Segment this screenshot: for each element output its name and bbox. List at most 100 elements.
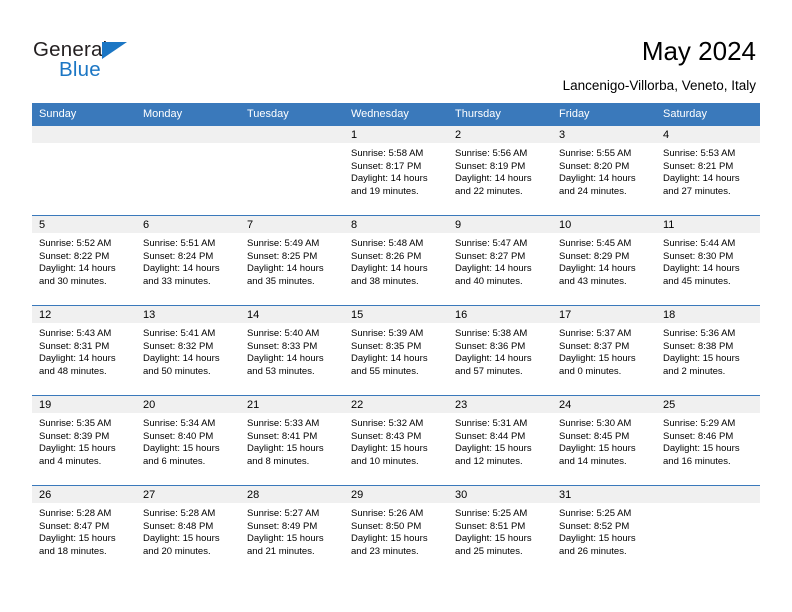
sunset-text: Sunset: 8:45 PM <box>559 430 630 442</box>
day-details: Sunrise: 5:37 AM Sunset: 8:37 PM Daylight:… <box>552 323 656 378</box>
daylight-text-line1: Daylight: 15 hours <box>247 443 324 455</box>
daylight-text-line1: Daylight: 14 hours <box>143 263 220 275</box>
day-details: Sunrise: 5:32 AM Sunset: 8:43 PM Daylight:… <box>344 413 448 468</box>
calendar-day-cell[interactable]: 22 Sunrise: 5:32 AM Sunset: 8:43 PM Dayligh… <box>344 395 448 486</box>
calendar-day-cell[interactable]: 14 Sunrise: 5:40 AM Sunset: 8:33 PM Dayligh… <box>240 305 344 396</box>
day-cell-inner: 4 Sunrise: 5:53 AM Sunset: 8:21 PM Daylight… <box>656 126 760 215</box>
day-details: Sunrise: 5:47 AM Sunset: 8:27 PM Daylight:… <box>448 233 552 288</box>
calendar-day-cell[interactable]: 17 Sunrise: 5:37 AM Sunset: 8:37 PM Dayligh… <box>552 305 656 396</box>
sunrise-text: Sunrise: 5:25 AM <box>559 508 632 519</box>
day-cell-inner: 24 Sunrise: 5:30 AM Sunset: 8:45 PM Dayligh… <box>552 396 656 485</box>
day-details: Sunrise: 5:51 AM Sunset: 8:24 PM Daylight:… <box>136 233 240 288</box>
calendar-day-cell[interactable]: 12 Sunrise: 5:43 AM Sunset: 8:31 PM Dayligh… <box>32 305 136 396</box>
calendar-day-cell[interactable]: 8 Sunrise: 5:48 AM Sunset: 8:26 PM Daylight… <box>344 215 448 306</box>
daylight-text-line1: Daylight: 14 hours <box>39 353 116 365</box>
calendar-day-cell[interactable]: 20 Sunrise: 5:34 AM Sunset: 8:40 PM Dayligh… <box>136 395 240 486</box>
day-cell-inner: 31 Sunrise: 5:25 AM Sunset: 8:52 PM Dayligh… <box>552 486 656 575</box>
calendar-day-cell[interactable]: 28 Sunrise: 5:27 AM Sunset: 8:49 PM Dayligh… <box>240 485 344 575</box>
sunrise-text: Sunrise: 5:30 AM <box>559 418 632 429</box>
calendar-day-cell[interactable]: 5 Sunrise: 5:52 AM Sunset: 8:22 PM Daylight… <box>32 215 136 306</box>
calendar-day-cell[interactable]: 10 Sunrise: 5:45 AM Sunset: 8:29 PM Dayligh… <box>552 215 656 306</box>
daylight-text-line2: and 20 minutes. <box>143 545 211 557</box>
calendar-day-cell[interactable]: 11 Sunrise: 5:44 AM Sunset: 8:30 PM Dayligh… <box>656 215 760 306</box>
daylight-text-line2: and 10 minutes. <box>351 455 419 467</box>
calendar-day-cell[interactable]: 2 Sunrise: 5:56 AM Sunset: 8:19 PM Daylight… <box>448 125 552 216</box>
day-cell-inner: 25 Sunrise: 5:29 AM Sunset: 8:46 PM Dayligh… <box>656 396 760 485</box>
sunrise-text: Sunrise: 5:29 AM <box>663 418 736 429</box>
daylight-text-line1: Daylight: 15 hours <box>455 443 532 455</box>
calendar-day-cell[interactable]: 15 Sunrise: 5:39 AM Sunset: 8:35 PM Dayligh… <box>344 305 448 396</box>
calendar-day-cell[interactable]: 23 Sunrise: 5:31 AM Sunset: 8:44 PM Dayligh… <box>448 395 552 486</box>
day-number: 30 <box>448 486 552 503</box>
calendar-day-cell[interactable]: 29 Sunrise: 5:26 AM Sunset: 8:50 PM Dayligh… <box>344 485 448 575</box>
calendar-day-cell[interactable]: 9 Sunrise: 5:47 AM Sunset: 8:27 PM Daylight… <box>448 215 552 306</box>
calendar-day-cell[interactable]: 24 Sunrise: 5:30 AM Sunset: 8:45 PM Dayligh… <box>552 395 656 486</box>
daylight-text-line2: and 45 minutes. <box>663 275 731 287</box>
day-details: Sunrise: 5:48 AM Sunset: 8:26 PM Daylight:… <box>344 233 448 288</box>
sunset-text: Sunset: 8:19 PM <box>455 160 526 172</box>
day-number: 23 <box>448 396 552 413</box>
day-cell-inner: 1 Sunrise: 5:58 AM Sunset: 8:17 PM Daylight… <box>344 126 448 215</box>
calendar-week-row: 12 Sunrise: 5:43 AM Sunset: 8:31 PM Dayligh… <box>32 305 760 396</box>
daylight-text-line2: and 18 minutes. <box>39 545 107 557</box>
day-cell-inner: 14 Sunrise: 5:40 AM Sunset: 8:33 PM Dayligh… <box>240 306 344 395</box>
day-cell-inner: 18 Sunrise: 5:36 AM Sunset: 8:38 PM Dayligh… <box>656 306 760 395</box>
calendar-day-cell[interactable]: 6 Sunrise: 5:51 AM Sunset: 8:24 PM Daylight… <box>136 215 240 306</box>
day-details: Sunrise: 5:58 AM Sunset: 8:17 PM Daylight:… <box>344 143 448 198</box>
brand-logo[interactable]: General Blue <box>33 38 153 81</box>
daylight-text-line1: Daylight: 15 hours <box>39 443 116 455</box>
sunset-text: Sunset: 8:31 PM <box>39 340 110 352</box>
sunset-text: Sunset: 8:48 PM <box>143 520 214 532</box>
sunrise-text: Sunrise: 5:31 AM <box>455 418 528 429</box>
calendar-day-cell[interactable]: 7 Sunrise: 5:49 AM Sunset: 8:25 PM Daylight… <box>240 215 344 306</box>
daylight-text-line2: and 12 minutes. <box>455 455 523 467</box>
day-number <box>656 486 760 503</box>
calendar-day-cell[interactable]: 16 Sunrise: 5:38 AM Sunset: 8:36 PM Dayligh… <box>448 305 552 396</box>
sunset-text: Sunset: 8:38 PM <box>663 340 734 352</box>
daylight-text-line2: and 19 minutes. <box>351 185 419 197</box>
calendar-day-cell[interactable]: 13 Sunrise: 5:41 AM Sunset: 8:32 PM Dayligh… <box>136 305 240 396</box>
sunset-text: Sunset: 8:47 PM <box>39 520 110 532</box>
sunset-text: Sunset: 8:29 PM <box>559 250 630 262</box>
daylight-text-line2: and 14 minutes. <box>559 455 627 467</box>
calendar-day-cell[interactable]: 3 Sunrise: 5:55 AM Sunset: 8:20 PM Daylight… <box>552 125 656 216</box>
sunset-text: Sunset: 8:41 PM <box>247 430 318 442</box>
sunrise-text: Sunrise: 5:43 AM <box>39 328 112 339</box>
calendar-day-cell[interactable]: 31 Sunrise: 5:25 AM Sunset: 8:52 PM Dayligh… <box>552 485 656 575</box>
calendar-day-cell[interactable]: 27 Sunrise: 5:28 AM Sunset: 8:48 PM Dayligh… <box>136 485 240 575</box>
daylight-text-line1: Daylight: 15 hours <box>143 533 220 545</box>
calendar-week-row: 1 Sunrise: 5:58 AM Sunset: 8:17 PM Daylight… <box>32 125 760 216</box>
calendar-day-cell[interactable]: 1 Sunrise: 5:58 AM Sunset: 8:17 PM Daylight… <box>344 125 448 216</box>
sunset-text: Sunset: 8:32 PM <box>143 340 214 352</box>
day-cell-inner: 29 Sunrise: 5:26 AM Sunset: 8:50 PM Dayligh… <box>344 486 448 575</box>
daylight-text-line1: Daylight: 14 hours <box>39 263 116 275</box>
day-number: 12 <box>32 306 136 323</box>
daylight-text-line1: Daylight: 14 hours <box>455 173 532 185</box>
day-details: Sunrise: 5:56 AM Sunset: 8:19 PM Daylight:… <box>448 143 552 198</box>
daylight-text-line1: Daylight: 14 hours <box>351 353 428 365</box>
calendar-day-cell[interactable]: 26 Sunrise: 5:28 AM Sunset: 8:47 PM Dayligh… <box>32 485 136 575</box>
day-number: 5 <box>32 216 136 233</box>
calendar-day-cell[interactable]: 21 Sunrise: 5:33 AM Sunset: 8:41 PM Dayligh… <box>240 395 344 486</box>
daylight-text-line2: and 22 minutes. <box>455 185 523 197</box>
brand-name-blue: Blue <box>59 58 101 81</box>
sunset-text: Sunset: 8:30 PM <box>663 250 734 262</box>
calendar-day-cell[interactable]: 19 Sunrise: 5:35 AM Sunset: 8:39 PM Dayligh… <box>32 395 136 486</box>
day-cell-inner: 22 Sunrise: 5:32 AM Sunset: 8:43 PM Dayligh… <box>344 396 448 485</box>
day-number: 17 <box>552 306 656 323</box>
day-cell-inner: 15 Sunrise: 5:39 AM Sunset: 8:35 PM Dayligh… <box>344 306 448 395</box>
calendar-day-cell[interactable]: 4 Sunrise: 5:53 AM Sunset: 8:21 PM Daylight… <box>656 125 760 216</box>
sunrise-text: Sunrise: 5:52 AM <box>39 238 112 249</box>
sunrise-text: Sunrise: 5:41 AM <box>143 328 216 339</box>
sunrise-text: Sunrise: 5:37 AM <box>559 328 632 339</box>
calendar-day-cell[interactable]: 18 Sunrise: 5:36 AM Sunset: 8:38 PM Dayligh… <box>656 305 760 396</box>
daylight-text-line2: and 57 minutes. <box>455 365 523 377</box>
day-number <box>240 126 344 143</box>
calendar-table: Sunday Monday Tuesday Wednesday Thursday… <box>32 103 760 575</box>
sunset-text: Sunset: 8:49 PM <box>247 520 318 532</box>
calendar-day-cell[interactable]: 30 Sunrise: 5:25 AM Sunset: 8:51 PM Dayligh… <box>448 485 552 575</box>
sunrise-text: Sunrise: 5:49 AM <box>247 238 320 249</box>
daylight-text-line2: and 38 minutes. <box>351 275 419 287</box>
calendar-day-cell[interactable]: 25 Sunrise: 5:29 AM Sunset: 8:46 PM Dayligh… <box>656 395 760 486</box>
sunset-text: Sunset: 8:40 PM <box>143 430 214 442</box>
